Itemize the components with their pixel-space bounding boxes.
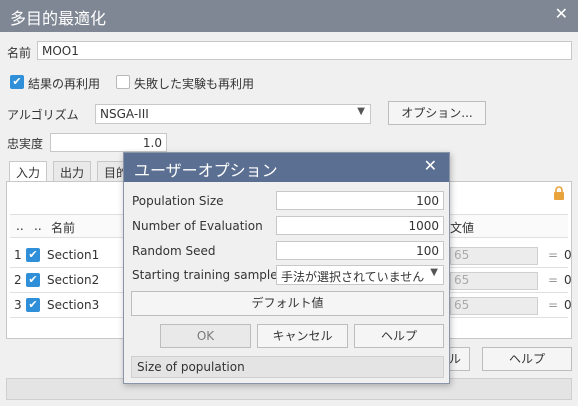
row-index: 1 [14, 248, 22, 262]
row-checkbox[interactable]: ✔ [26, 298, 40, 312]
col-name[interactable]: 名前 [51, 219, 75, 236]
help-button[interactable]: ヘルプ [482, 347, 572, 371]
help-button[interactable]: ヘルプ [354, 324, 444, 348]
tab-input[interactable]: 入力 [9, 161, 48, 183]
col-value[interactable]: 文値 [450, 219, 474, 236]
row-zero: 0 [564, 248, 572, 262]
reuse-failed-checkbox[interactable] [116, 75, 130, 89]
algorithm-label: アルゴリズム [7, 108, 79, 122]
row-name: Section2 [47, 273, 100, 287]
row-checkbox[interactable]: ✔ [26, 248, 40, 262]
chevron-down-icon: ▼ [430, 267, 438, 278]
fidelity-label: 忠実度 [7, 137, 44, 151]
col-dots2: .. [34, 219, 42, 233]
lock-icon[interactable] [553, 186, 565, 200]
reuse-results-checkbox[interactable]: ✔ [10, 75, 24, 89]
row-checkbox[interactable]: ✔ [26, 273, 40, 287]
row-eq: = [548, 298, 559, 312]
chevron-down-icon: ▼ [357, 106, 365, 117]
starting-label: Starting training samples [132, 268, 284, 282]
main-titlebar: 多目的最適化 ✕ [0, 0, 578, 32]
row-index: 2 [14, 273, 22, 287]
dialog-title: ユーザーオプション [134, 161, 278, 180]
col-dots: .. [16, 219, 24, 233]
dialog-status: Size of population [131, 356, 444, 378]
seed-field[interactable] [276, 241, 444, 260]
user-options-dialog: ユーザーオプション ✕ Population Size Number of Ev… [123, 152, 450, 384]
close-icon[interactable]: ✕ [555, 4, 568, 23]
starting-value: 手法が選択されていません [281, 270, 425, 284]
ok-button[interactable]: OK [160, 324, 251, 348]
row-eq: = [548, 248, 559, 262]
main-title: 多目的最適化 [10, 9, 107, 28]
options-button[interactable]: オプション... [388, 101, 486, 125]
row-zero: 0 [564, 298, 572, 312]
row-value: 65 [450, 297, 538, 315]
close-icon[interactable]: ✕ [424, 156, 437, 175]
reuse-failed-label: 失敗した実験も再利用 [134, 77, 255, 91]
reuse-results-label: 結果の再利用 [28, 77, 101, 91]
row-zero: 0 [564, 273, 572, 287]
population-label: Population Size [132, 194, 224, 208]
dialog-titlebar: ユーザーオプション ✕ [124, 153, 449, 182]
name-label: 名前 [7, 46, 32, 60]
row-name: Section1 [47, 248, 100, 262]
starting-select[interactable]: 手法が選択されていません ▼ [276, 265, 444, 285]
name-field[interactable] [37, 41, 572, 60]
population-field[interactable] [276, 191, 444, 210]
row-eq: = [548, 273, 559, 287]
default-button[interactable]: デフォルト値 [131, 291, 444, 316]
row-name: Section3 [47, 298, 100, 312]
seed-label: Random Seed [132, 244, 216, 258]
algorithm-value: NSGA-III [100, 107, 149, 121]
row-value: 65 [450, 247, 538, 265]
row-value: 65 [450, 272, 538, 290]
row-index: 3 [14, 298, 22, 312]
fidelity-field[interactable] [50, 133, 167, 152]
cancel-button[interactable]: キャンセル [257, 324, 348, 348]
evaluation-field[interactable] [276, 216, 444, 235]
algorithm-select[interactable]: NSGA-III ▼ [95, 104, 371, 124]
evaluation-label: Number of Evaluation [132, 219, 263, 233]
tab-output[interactable]: 出力 [53, 161, 92, 181]
